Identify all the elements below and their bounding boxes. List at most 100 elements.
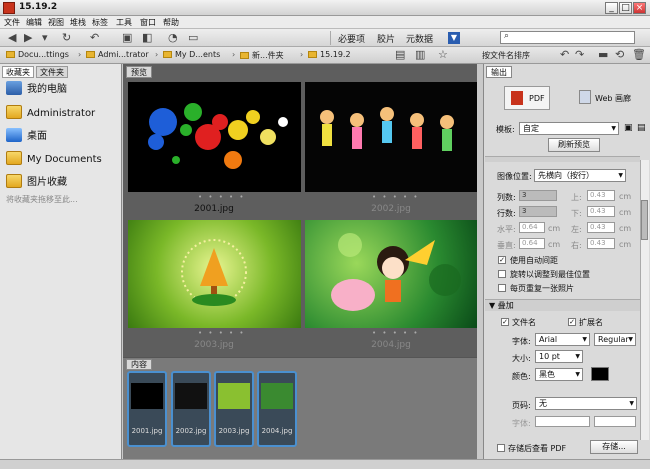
content-item-2001[interactable]: 2001.jpg xyxy=(127,371,167,447)
hspace-input[interactable]: 0.64 xyxy=(519,222,545,233)
fav-administrator[interactable]: Administrator xyxy=(6,105,95,123)
star-icon[interactable]: ☆ xyxy=(438,49,448,61)
auto-spacing-checkbox[interactable]: ✓ xyxy=(498,256,506,264)
create-new-icon[interactable]: ▭ xyxy=(188,32,198,44)
content-item-2003[interactable]: 2003.jpg xyxy=(214,371,254,447)
trash-icon[interactable]: 🗑 xyxy=(632,49,646,61)
font-style-select[interactable]: Regular xyxy=(594,333,636,346)
tab-favorites[interactable]: 收藏夹 xyxy=(2,66,34,78)
tab-content[interactable]: 内容 xyxy=(126,359,152,370)
folder-icon xyxy=(240,52,249,59)
repeat-one-checkbox[interactable] xyxy=(498,284,506,292)
undo-icon[interactable]: ↶ xyxy=(560,49,569,61)
tab-output[interactable]: 输出 xyxy=(486,66,512,78)
right-margin-input[interactable]: 0.43 xyxy=(587,238,615,249)
menu-window[interactable]: 窗口 xyxy=(140,17,156,28)
menu-file[interactable]: 文件 xyxy=(4,17,20,28)
chevron-right-icon: › xyxy=(232,50,236,59)
breadcrumb-item[interactable]: 新...件夹 xyxy=(240,50,284,61)
rotate-left-icon[interactable]: ↶ xyxy=(90,32,99,44)
top-margin-input[interactable]: 0.43 xyxy=(587,190,615,201)
thumbnail-2004[interactable] xyxy=(305,220,477,328)
rotate-icon[interactable]: ⟲ xyxy=(615,49,624,61)
thumbnail-2003[interactable] xyxy=(128,220,301,328)
breadcrumb-item[interactable]: 15.19.2 xyxy=(308,50,351,59)
folder-icon xyxy=(6,151,22,165)
overlay-section-header[interactable]: ▼ 叠加 xyxy=(485,299,640,311)
image-position-select[interactable]: 先横向（按行） xyxy=(534,169,626,182)
extension-checkbox[interactable]: ✓ xyxy=(568,318,576,326)
template-select[interactable]: 自定 xyxy=(519,122,619,135)
fav-my-computer[interactable]: 我的电脑 xyxy=(6,81,67,99)
forward-arrow-icon[interactable]: ▶ xyxy=(24,32,32,44)
delete-template-icon[interactable]: ▤ xyxy=(637,123,646,133)
content-item-2004[interactable]: 2004.jpg xyxy=(257,371,297,447)
camera-import-icon[interactable]: ▣ xyxy=(122,32,132,44)
filmstrip-button[interactable]: 胶片 xyxy=(377,32,395,45)
font-select[interactable]: Arial xyxy=(535,333,590,346)
rating-dots[interactable]: • • • • • xyxy=(198,193,246,201)
breadcrumb-item[interactable]: Admi...trator xyxy=(86,50,149,59)
content-item-2002[interactable]: 2002.jpg xyxy=(171,371,211,447)
save-button[interactable]: 存储... xyxy=(590,440,638,454)
size-select[interactable]: 10 pt xyxy=(535,350,583,363)
rows-input[interactable]: 3 xyxy=(519,206,557,217)
workspace-dropdown-icon[interactable]: ▼ xyxy=(448,32,460,44)
save-template-icon[interactable]: ▣ xyxy=(624,123,633,133)
refresh-preview-button[interactable]: 刷新预览 xyxy=(548,138,600,152)
unit-label: cm xyxy=(548,224,561,233)
page-number-select[interactable]: 无 xyxy=(535,397,637,410)
fav-my-documents[interactable]: My Documents xyxy=(6,151,102,169)
color-select[interactable]: 黑色 xyxy=(535,368,583,381)
rating-dots[interactable]: • • • • • xyxy=(372,193,420,201)
maximize-button[interactable]: □ xyxy=(619,2,632,14)
breadcrumb-item[interactable]: My D...ents xyxy=(163,50,220,59)
back-arrow-icon[interactable]: ◀ xyxy=(8,32,16,44)
rotate-best-checkbox[interactable] xyxy=(498,270,506,278)
essentials-button[interactable]: 必要项 xyxy=(338,32,365,45)
left-margin-input[interactable]: 0.43 xyxy=(587,222,615,233)
page-font-select[interactable] xyxy=(535,416,590,427)
filename-checkbox[interactable]: ✓ xyxy=(501,318,509,326)
dropdown-arrow-icon[interactable]: ▾ xyxy=(42,32,48,44)
view-after-save-checkbox[interactable] xyxy=(497,444,505,452)
bottom-margin-input[interactable]: 0.43 xyxy=(587,206,615,217)
new-folder-icon[interactable]: ▬ xyxy=(598,49,608,61)
vspace-input[interactable]: 0.64 xyxy=(519,238,545,249)
menu-stack[interactable]: 堆栈 xyxy=(70,17,86,28)
fav-my-pictures[interactable]: 图片收藏 xyxy=(6,174,67,192)
open-recent-icon[interactable]: ◔ xyxy=(168,32,178,44)
rating-dots[interactable]: • • • • • xyxy=(372,329,420,337)
fav-desktop[interactable]: 桌面 xyxy=(6,128,47,146)
menu-view[interactable]: 视图 xyxy=(48,17,64,28)
web-gallery-button[interactable]: Web 画廊 xyxy=(575,86,637,110)
breadcrumb-item[interactable]: Docu...ttings xyxy=(6,50,69,59)
history-icon[interactable]: ↻ xyxy=(62,32,71,44)
menu-edit[interactable]: 编辑 xyxy=(26,17,42,28)
menu-help[interactable]: 帮助 xyxy=(163,17,179,28)
content-filename: 2002.jpg xyxy=(175,427,207,435)
menu-label[interactable]: 标签 xyxy=(92,17,108,28)
metadata-button[interactable]: 元数据 xyxy=(406,32,433,45)
cols-input[interactable]: 3 xyxy=(519,190,557,201)
color-swatch[interactable] xyxy=(591,367,609,381)
refine-icon[interactable]: ◧ xyxy=(142,32,152,44)
tab-preview[interactable]: 预览 xyxy=(126,66,152,78)
close-button[interactable]: × xyxy=(633,2,646,14)
folder-icon xyxy=(308,51,317,58)
scrollbar-thumb[interactable] xyxy=(641,200,648,240)
sort-dropdown[interactable]: 按文件名排序 xyxy=(482,50,530,61)
minimize-button[interactable]: _ xyxy=(605,2,618,14)
thumbnail-2001[interactable] xyxy=(128,82,301,192)
content-filename: 2001.jpg xyxy=(131,427,163,435)
view-icon[interactable]: ▥ xyxy=(415,49,425,61)
pdf-button[interactable]: PDF xyxy=(504,86,550,110)
tab-folders[interactable]: 文件夹 xyxy=(36,66,68,78)
redo-icon[interactable]: ↷ xyxy=(575,49,584,61)
menu-tools[interactable]: 工具 xyxy=(116,17,132,28)
search-input[interactable] xyxy=(500,31,635,44)
thumbnail-2002[interactable] xyxy=(305,82,477,192)
filter-icon[interactable]: ▤ xyxy=(395,49,405,61)
page-font-style-select[interactable] xyxy=(594,416,636,427)
rating-dots[interactable]: • • • • • xyxy=(198,329,246,337)
